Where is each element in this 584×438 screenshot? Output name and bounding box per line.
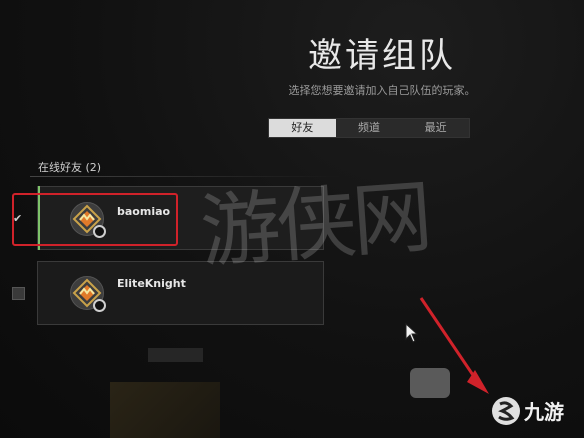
tab-recent[interactable]: 最近 — [402, 119, 469, 137]
watermark-text: 游侠网 — [197, 170, 432, 279]
bottom-panel-fragment — [148, 348, 203, 362]
page-title: 邀请组队 — [308, 36, 456, 76]
page-subtitle: 选择您想要邀请加入自己队伍的玩家。 — [288, 84, 476, 97]
tab-bar: 好友 频道 最近 — [268, 118, 470, 138]
tab-channel[interactable]: 频道 — [336, 119, 403, 137]
annotation-highlight-box — [12, 193, 178, 246]
tab-friends[interactable]: 好友 — [269, 119, 336, 137]
site-logo: 九游 — [492, 396, 564, 425]
avatar — [70, 276, 106, 312]
status-ring-icon — [93, 299, 106, 312]
logo-text: 九游 — [524, 400, 564, 424]
friend-checkbox[interactable] — [12, 287, 25, 300]
friend-name: EliteKnight — [117, 277, 186, 290]
button-fragment — [410, 368, 450, 398]
bottom-image-fragment — [110, 382, 220, 438]
online-friends-label: 在线好友 (2) — [38, 161, 102, 174]
logo-mark-icon — [492, 396, 520, 425]
